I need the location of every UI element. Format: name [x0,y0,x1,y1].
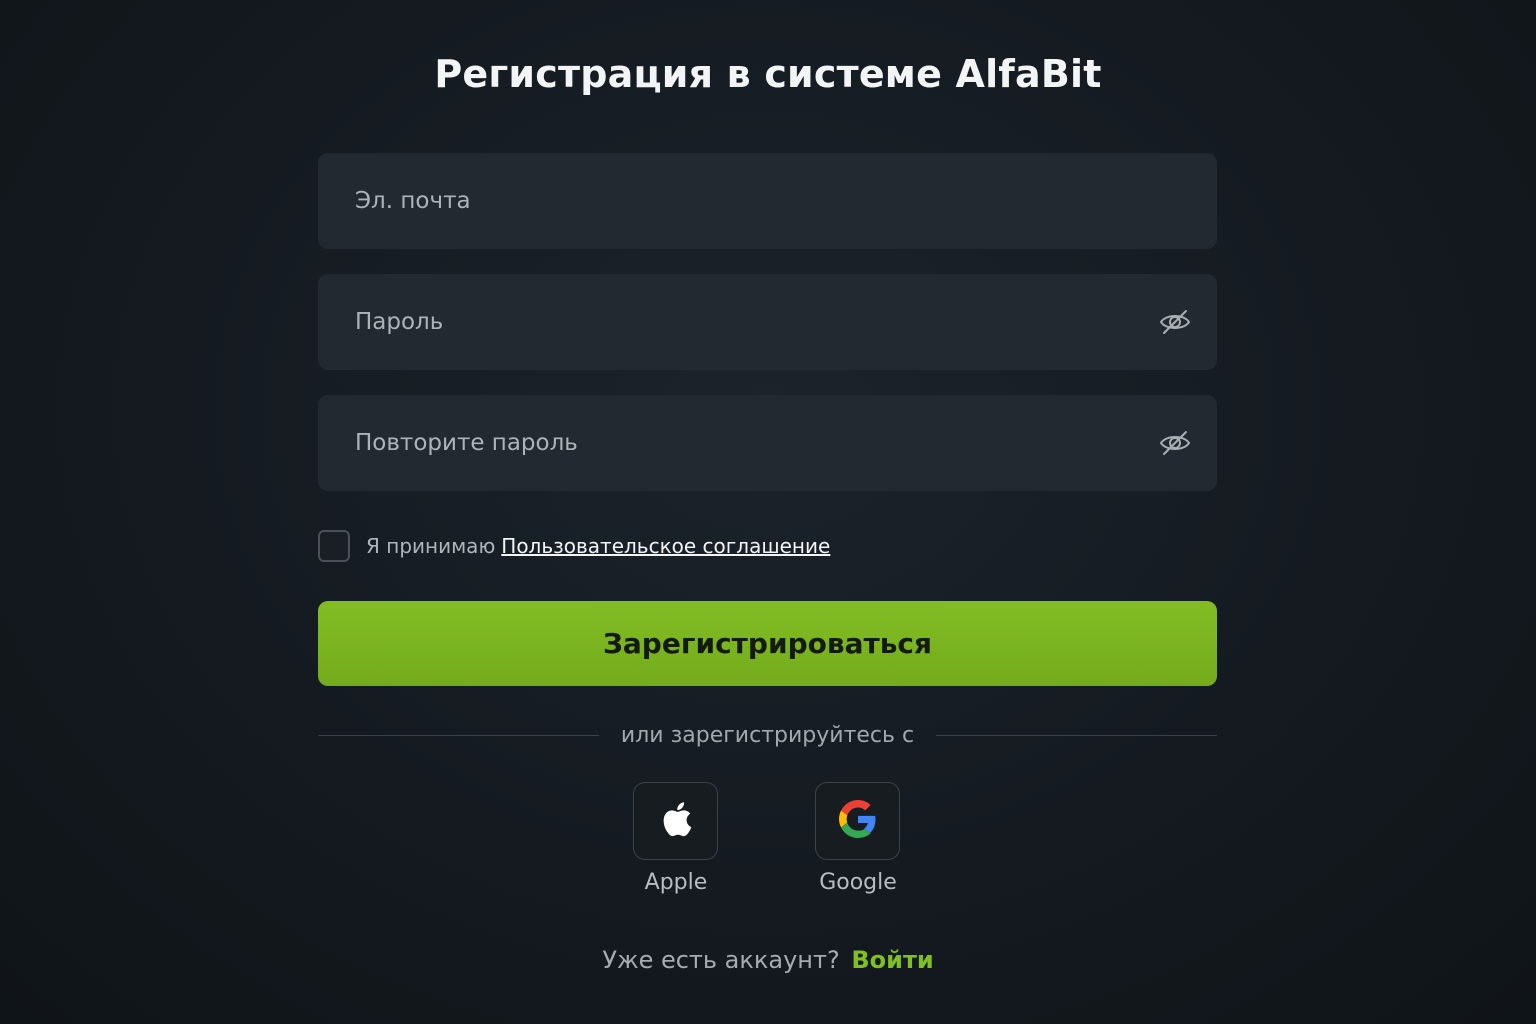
page-title: Регистрация в системе AlfaBit [434,52,1102,96]
social-divider: или зарегистрируйтесь с [318,718,1217,752]
agreement-text: Я принимаю [366,534,496,558]
divider-line-left [318,734,599,736]
eye-off-icon[interactable] [1157,425,1193,461]
apple-icon [660,801,692,841]
email-field-container [318,153,1217,249]
social-google: Google [815,782,900,895]
eye-off-icon[interactable] [1157,304,1193,340]
google-icon [838,800,877,842]
have-account-text: Уже есть аккаунт? [602,946,840,974]
google-signup-button[interactable] [815,782,900,860]
apple-label: Apple [644,870,708,895]
login-prompt: Уже есть аккаунт? Войти [0,946,1536,974]
google-label: Google [819,870,897,895]
register-button[interactable]: Зарегистрироваться [318,601,1217,686]
login-link[interactable]: Войти [851,946,933,974]
password-field-container [318,274,1217,370]
social-apple: Apple [633,782,718,895]
password-confirm-field-container [318,395,1217,491]
agreement-row: Я принимаю Пользовательское соглашение [318,530,830,562]
password-field[interactable] [355,274,1157,370]
email-field[interactable] [355,153,1193,249]
password-confirm-field[interactable] [355,395,1157,491]
agreement-checkbox[interactable] [318,530,350,562]
social-divider-text: или зарегистрируйтесь с [620,722,915,748]
apple-signup-button[interactable] [633,782,718,860]
divider-line-right [936,734,1217,736]
user-agreement-link[interactable]: Пользовательское соглашение [501,534,830,558]
